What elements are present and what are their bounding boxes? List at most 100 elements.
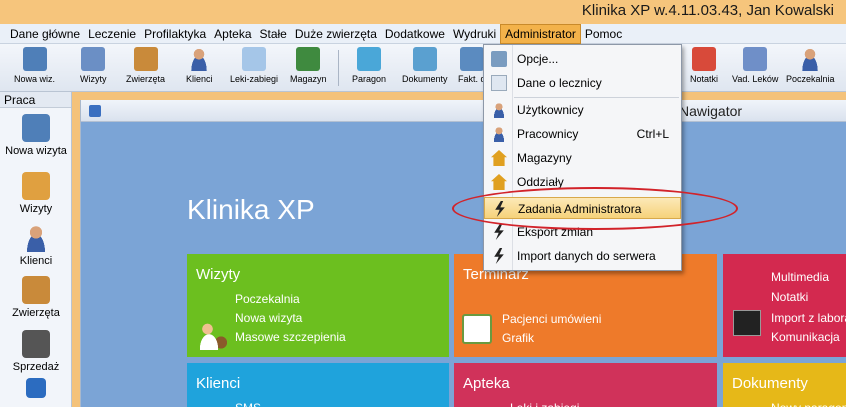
toolbar-notes-button[interactable]: Notatki (690, 47, 718, 91)
employees-icon (491, 126, 507, 142)
drug-book-icon (743, 47, 768, 71)
toolbar-receipt-button[interactable]: Paragon (352, 47, 386, 91)
menu-item-uzytkownicy[interactable]: Użytkownicy (484, 99, 681, 121)
cash-register-icon (22, 330, 50, 358)
clients-icon (187, 47, 212, 71)
waiting-room-icon (798, 47, 823, 71)
toolbar-drugs-button[interactable]: Leki-zabiegi (230, 47, 278, 91)
tile-link[interactable]: Leki i zabiegi (510, 399, 579, 407)
menu-item-opcje[interactable]: Opcje... (484, 48, 681, 70)
tile-link[interactable]: Nowy paragon (771, 399, 846, 407)
power-icon (26, 378, 46, 398)
menu-separator (514, 97, 679, 98)
toolbar-separator (338, 50, 339, 86)
xray-icon (733, 310, 761, 336)
tile-klienci-title: Klienci (196, 375, 241, 392)
export-icon (494, 224, 504, 240)
animals-icon (22, 276, 50, 304)
toolbar-drug-book-button[interactable]: Vad. Leków (732, 47, 778, 91)
tile-dokumenty-title: Dokumenty (732, 375, 808, 392)
tile-link[interactable]: Notatki (771, 288, 808, 307)
menu-duze-zwierzeta[interactable]: Duże zwierzęta (291, 24, 381, 44)
tile-link[interactable]: Komunikacja (771, 328, 840, 347)
sidebar-item-clients[interactable]: Klienci (0, 224, 72, 267)
tile-link[interactable]: Poczekalnia (235, 290, 300, 309)
sidebar: Praca Nowa wizyta Wizyty Klienci Zwierzę… (0, 92, 72, 407)
visits-icon (81, 47, 106, 71)
menu-wydruki[interactable]: Wydruki (449, 24, 500, 44)
menu-leczenie[interactable]: Leczenie (84, 24, 140, 44)
tile-link[interactable]: Grafik (502, 329, 534, 348)
new-visit-icon (22, 47, 47, 71)
menu-stale[interactable]: Stałe (256, 24, 291, 44)
tile-wizyty-title: Wizyty (196, 266, 241, 283)
administrator-dropdown-menu: Opcje... Dane o lecznicy Użytkownicy Pra… (483, 44, 682, 271)
users-icon (491, 102, 507, 118)
toolbar-warehouse-button[interactable]: Magazyn (290, 47, 327, 91)
tile-link[interactable]: Pacjenci umówieni (502, 310, 601, 329)
toolbar-animals-button[interactable]: Zwierzęta (126, 47, 165, 91)
navigator-window: Nawigator Klinika XP Wizyty Poczekalnia … (80, 100, 846, 407)
toolbar-clients-button[interactable]: Klienci (186, 47, 213, 91)
navigator-titlebar: Nawigator (81, 100, 846, 122)
tile-klienci[interactable]: Klienci SMS (187, 363, 449, 407)
visits-icon (22, 172, 50, 200)
menu-pomoc[interactable]: Pomoc (581, 24, 626, 44)
tile-link[interactable]: Masowe szczepienia (235, 328, 346, 347)
tile-dokumenty[interactable]: Dokumenty Nowy paragon (723, 363, 846, 407)
receipt-icon (357, 47, 382, 71)
tile-link[interactable]: Nowa wizyta (235, 309, 302, 328)
tile-apteka[interactable]: Apteka Leki i zabiegi (454, 363, 717, 407)
menu-profilaktyka[interactable]: Profilaktyka (140, 24, 210, 44)
animals-icon (133, 47, 158, 71)
sidebar-header: Praca (0, 92, 71, 108)
warehouse-icon (296, 47, 321, 71)
warehouses-icon (491, 150, 507, 166)
toolbar: Nowa wiz. Wizyty Zwierzęta Klienci Leki-… (0, 44, 846, 92)
calendar-icon (462, 314, 492, 344)
menu-item-import-danych[interactable]: Import danych do serwera (484, 245, 681, 267)
tile-wizyty[interactable]: Wizyty Poczekalnia Nowa wizyta Masowe sz… (187, 254, 449, 357)
tile-link[interactable]: Import z labora (771, 309, 846, 328)
menu-apteka[interactable]: Apteka (210, 24, 255, 44)
sidebar-item-sales[interactable]: Sprzedaż (0, 330, 72, 373)
shortcut-label: Ctrl+L (636, 127, 669, 141)
menu-bar: Dane główne Leczenie Profilaktyka Apteka… (0, 23, 846, 44)
app-logo-icon (89, 105, 101, 117)
new-visit-icon (22, 114, 50, 142)
documents-icon (412, 47, 437, 71)
menu-dodatkowe[interactable]: Dodatkowe (381, 24, 449, 44)
options-icon (491, 51, 507, 67)
sidebar-item-animals[interactable]: Zwierzęta (0, 276, 72, 319)
window-title: Klinika XP w.4.11.03.43, Jan Kowalski (581, 2, 834, 19)
toolbar-new-visit-button[interactable]: Nowa wiz. (14, 47, 55, 91)
toolbar-visits-button[interactable]: Wizyty (80, 47, 107, 91)
annotation-ellipse (452, 187, 738, 230)
sidebar-item-visits[interactable]: Wizyty (0, 172, 72, 215)
tile-link[interactable]: Multimedia (771, 268, 829, 287)
clients-icon (22, 224, 50, 252)
vet-icon (197, 320, 227, 350)
toolbar-waiting-room-button[interactable]: Poczekalnia (786, 47, 835, 91)
sidebar-power-button[interactable] (0, 378, 72, 401)
tile-apteka-title: Apteka (463, 375, 510, 392)
menu-administrator[interactable]: Administrator (500, 23, 581, 44)
sidebar-item-new-visit[interactable]: Nowa wizyta (0, 114, 72, 157)
notes-icon (692, 47, 716, 71)
invoice-icon (459, 47, 484, 71)
title-bar: Klinika XP w.4.11.03.43, Jan Kowalski (0, 0, 846, 24)
menu-item-dane-o-lecznicy[interactable]: Dane o lecznicy (484, 72, 681, 94)
menu-item-pracownicy[interactable]: Pracownicy Ctrl+L (484, 123, 681, 145)
drugs-icon (242, 47, 267, 71)
menu-dane-glowne[interactable]: Dane główne (6, 24, 84, 44)
clinic-data-icon (491, 75, 507, 91)
menu-item-magazyny[interactable]: Magazyny (484, 147, 681, 169)
toolbar-invoice-button[interactable]: Fakt. d (458, 47, 486, 91)
tile-misc[interactable]: Multimedia Notatki Import z labora Komun… (723, 254, 846, 357)
navigator-title: Nawigator (679, 103, 743, 119)
branches-icon (491, 174, 507, 190)
tile-link[interactable]: SMS (235, 399, 261, 407)
brand-title: Klinika XP (187, 194, 315, 225)
import-icon (494, 248, 504, 264)
toolbar-documents-button[interactable]: Dokumenty (402, 47, 448, 91)
